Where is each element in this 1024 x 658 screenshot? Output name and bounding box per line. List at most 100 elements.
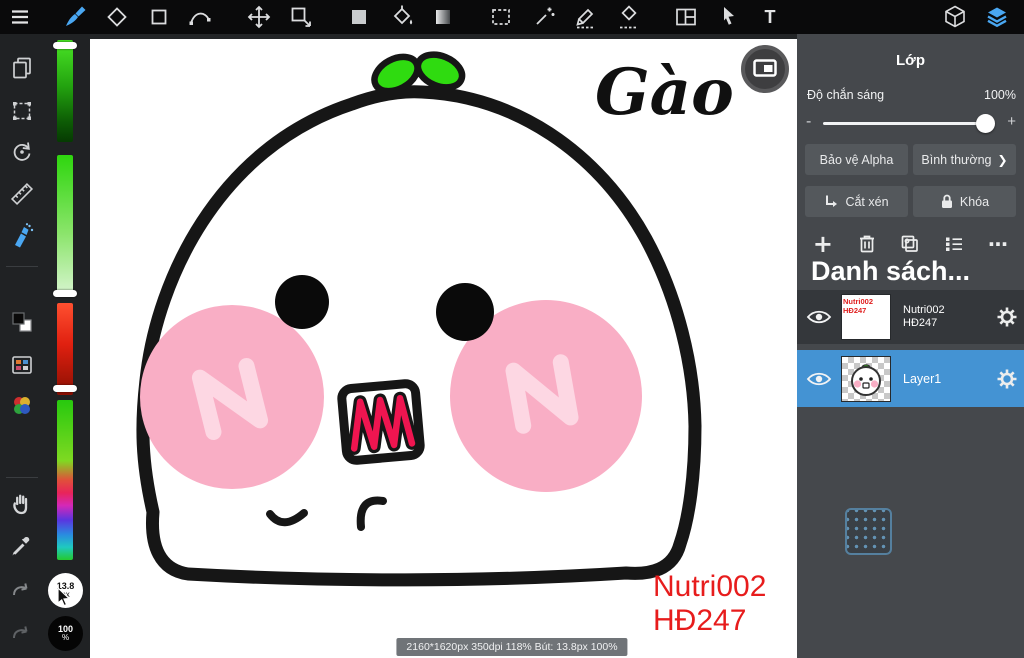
layer-row-layer1-selected[interactable]: Layer1 bbox=[797, 350, 1024, 407]
thumb-text-line1: Nutri002 bbox=[843, 297, 874, 306]
layer-row-nutri002[interactable]: Nutri002 HĐ247 Nutri002 HĐ247 bbox=[797, 290, 1024, 344]
curve-tool-icon[interactable] bbox=[186, 3, 214, 31]
layer-panel-title: Lớp bbox=[896, 52, 925, 69]
eye-icon bbox=[806, 310, 832, 324]
layer-actions-row: + ⋯ bbox=[801, 230, 1020, 258]
opacity-slider[interactable]: - + bbox=[797, 111, 1024, 135]
clipping-label: Cắt xén bbox=[845, 194, 889, 209]
saturation-slider-handle[interactable] bbox=[53, 290, 77, 297]
fill-bucket-icon[interactable] bbox=[387, 3, 415, 31]
brush-tool-icon[interactable] bbox=[61, 3, 89, 31]
eyedropper-icon[interactable] bbox=[8, 532, 36, 560]
transform-tool-icon[interactable] bbox=[287, 3, 315, 31]
opacity-minus-button[interactable]: - bbox=[806, 113, 811, 131]
clipping-icon bbox=[826, 195, 838, 207]
opacity-value: 100% bbox=[984, 88, 1016, 102]
opacity-plus-button[interactable]: + bbox=[1007, 113, 1016, 130]
redo-arrow-icon[interactable] bbox=[8, 576, 36, 604]
move-tool-icon[interactable] bbox=[245, 3, 273, 31]
cursor-tool-icon[interactable] bbox=[714, 3, 742, 31]
layer-settings-button[interactable] bbox=[990, 368, 1024, 390]
fg-bg-colors-icon[interactable] bbox=[8, 308, 36, 336]
color-mixer-icon[interactable] bbox=[8, 392, 36, 420]
clipping-button[interactable]: Cắt xén bbox=[805, 186, 908, 217]
layer2-visibility-toggle[interactable] bbox=[797, 350, 841, 407]
opacity-label: Độ chắn sáng bbox=[807, 88, 885, 102]
airbrush-tool-icon[interactable] bbox=[8, 222, 36, 250]
saturation-slider[interactable] bbox=[57, 155, 73, 296]
rotate-reset-icon[interactable] bbox=[8, 138, 36, 166]
lock-icon bbox=[941, 194, 952, 208]
drawing-canvas[interactable]: Gào Nutri002 HĐ247 bbox=[90, 34, 797, 658]
protect-alpha-label: Bảo vệ Alpha bbox=[819, 152, 894, 167]
layer1-visibility-toggle[interactable] bbox=[797, 290, 841, 344]
red-slider[interactable] bbox=[57, 303, 73, 395]
new-canvas-icon[interactable] bbox=[8, 54, 36, 82]
gradient-tool-icon[interactable] bbox=[429, 3, 457, 31]
red-slider-handle[interactable] bbox=[53, 385, 77, 392]
right-eye bbox=[436, 283, 494, 341]
select-rect-icon[interactable] bbox=[487, 3, 515, 31]
blend-mode-label: Bình thường bbox=[921, 152, 992, 167]
ruler-icon[interactable] bbox=[8, 180, 36, 208]
zoom-badge[interactable]: 100 % bbox=[48, 616, 83, 651]
blend-mode-button[interactable]: Bình thường ❯ bbox=[913, 144, 1016, 175]
layer-thumbnail-art[interactable] bbox=[841, 355, 891, 402]
opacity-slider-track[interactable] bbox=[823, 122, 994, 125]
left-eye bbox=[275, 275, 329, 329]
green-value-slider-handle[interactable] bbox=[53, 42, 77, 49]
canvas-viewport: Gào Nutri002 HĐ247 bbox=[90, 34, 797, 658]
sidebar-divider bbox=[6, 477, 38, 478]
text-tool-label: T bbox=[764, 6, 776, 27]
brush-size-badge[interactable]: 13.8 px bbox=[48, 573, 83, 608]
menu-icon[interactable] bbox=[6, 3, 34, 31]
magic-wand-icon[interactable] bbox=[530, 3, 558, 31]
hue-slider[interactable] bbox=[57, 400, 73, 560]
layer-list-title: Danh sách... bbox=[811, 256, 971, 286]
layer-name: Layer1 bbox=[903, 371, 942, 386]
opacity-slider-knob[interactable] bbox=[976, 114, 995, 133]
gear-icon bbox=[997, 307, 1017, 327]
3d-cube-icon[interactable] bbox=[941, 3, 969, 31]
layer-list-icon[interactable] bbox=[940, 230, 968, 258]
left-sidebar: 13.8 px 100 % bbox=[0, 34, 90, 658]
delete-layer-icon[interactable] bbox=[853, 230, 881, 258]
text-tool-icon[interactable]: T bbox=[756, 3, 784, 31]
shape-tool-icon[interactable] bbox=[145, 3, 173, 31]
thumb-text-line2: HĐ247 bbox=[843, 306, 867, 315]
brush-size-unit: px bbox=[61, 590, 70, 599]
add-layer-icon[interactable]: + bbox=[809, 230, 837, 258]
layers-panel-icon[interactable] bbox=[983, 3, 1011, 31]
thumbnail-character bbox=[851, 363, 881, 396]
layer-name: Nutri002 HĐ247 bbox=[903, 303, 945, 330]
eye-icon bbox=[806, 372, 832, 385]
protect-alpha-button[interactable]: Bảo vệ Alpha bbox=[805, 144, 908, 175]
color-chip-icon[interactable] bbox=[345, 3, 373, 31]
watermark-line1: Nutri002 bbox=[653, 570, 766, 603]
lock-label: Khóa bbox=[959, 194, 990, 209]
duplicate-layer-icon[interactable] bbox=[896, 230, 924, 258]
more-options-icon[interactable]: ⋯ bbox=[984, 230, 1012, 258]
lock-button[interactable]: Khóa bbox=[913, 186, 1016, 217]
layer-settings-button[interactable] bbox=[990, 306, 1024, 328]
gear-icon bbox=[997, 369, 1017, 388]
materials-icon[interactable] bbox=[8, 351, 36, 379]
eraser-tool-icon[interactable] bbox=[103, 3, 131, 31]
hand-pan-icon[interactable] bbox=[8, 490, 36, 518]
zoom-unit: % bbox=[61, 633, 70, 642]
signature-text: Gào bbox=[595, 55, 734, 130]
mouth bbox=[337, 379, 425, 465]
canvas-status-bar: 2160*1620px 350dpi 118% Bút: 13.8px 100% bbox=[396, 638, 628, 656]
green-value-slider[interactable] bbox=[57, 40, 73, 142]
select-eraser-icon[interactable] bbox=[615, 3, 643, 31]
panels-tool-icon[interactable] bbox=[672, 3, 700, 31]
watermark-line2: HĐ247 bbox=[653, 604, 746, 637]
select-pen-icon[interactable] bbox=[572, 3, 600, 31]
panel-toggle-button[interactable] bbox=[741, 45, 789, 93]
navigator-widget[interactable] bbox=[845, 508, 892, 555]
chevron-right-icon: ❯ bbox=[997, 152, 1008, 167]
window-panel-icon bbox=[753, 59, 777, 77]
layer-thumbnail-text[interactable]: Nutri002 HĐ247 bbox=[841, 294, 891, 340]
select-area-icon[interactable] bbox=[8, 97, 36, 125]
undo-arrow-icon[interactable] bbox=[8, 619, 36, 647]
